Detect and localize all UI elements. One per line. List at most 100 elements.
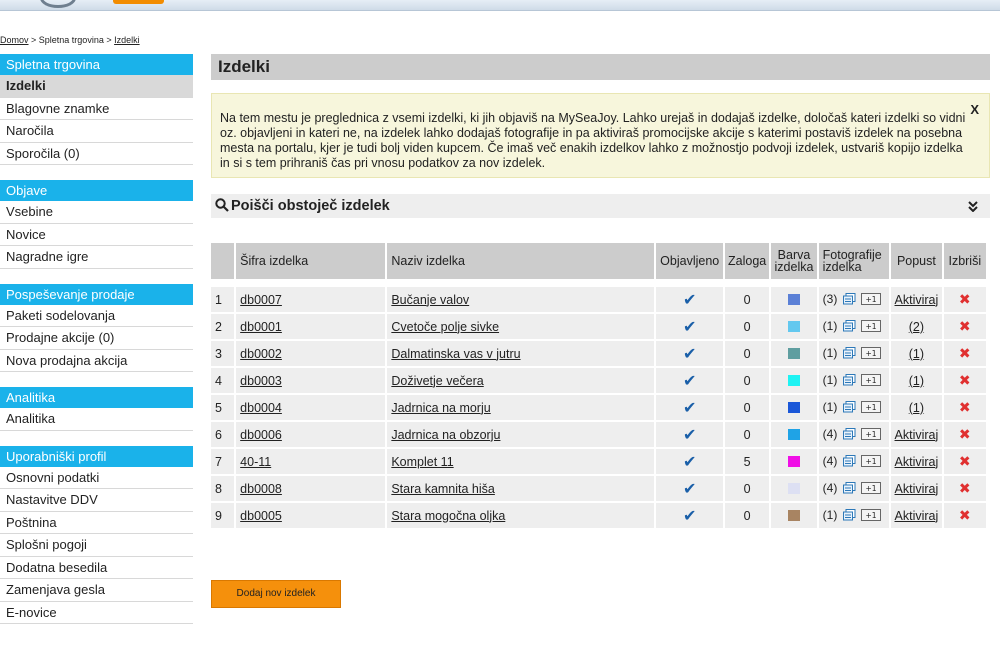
sidebar-group-title: Analitika xyxy=(0,387,193,408)
product-code-link[interactable]: db0008 xyxy=(240,482,282,496)
add-photo-icon[interactable]: +1 xyxy=(861,292,882,308)
delete-icon[interactable]: ✖ xyxy=(959,507,971,523)
sidebar-item[interactable]: Nastavitve DDV xyxy=(0,489,193,512)
add-photo-icon[interactable]: +1 xyxy=(861,346,882,362)
delete-icon[interactable]: ✖ xyxy=(959,372,971,388)
published-check-icon[interactable]: ✔ xyxy=(683,373,696,390)
product-code-link[interactable]: 40-11 xyxy=(240,455,271,469)
discount-link[interactable]: (1) xyxy=(909,374,924,388)
product-code-link[interactable]: db0002 xyxy=(240,347,282,361)
sidebar-item[interactable]: Sporočila (0) xyxy=(0,143,193,165)
published-check-icon[interactable]: ✔ xyxy=(683,454,696,471)
product-name-link[interactable]: Dalmatinska vas v jutru xyxy=(391,347,520,361)
photo-count: (1) xyxy=(822,507,838,522)
discount-link[interactable]: Aktiviraj xyxy=(895,293,939,307)
delete-icon[interactable]: ✖ xyxy=(959,399,971,415)
product-name-link[interactable]: Doživetje večera xyxy=(391,374,483,388)
photo-gallery-icon[interactable] xyxy=(842,481,856,497)
breadcrumb-home[interactable]: Domov xyxy=(0,35,29,45)
delete-icon[interactable]: ✖ xyxy=(959,345,971,361)
published-check-icon[interactable]: ✔ xyxy=(683,427,696,444)
product-code-link[interactable]: db0004 xyxy=(240,401,282,415)
photo-gallery-icon[interactable] xyxy=(842,373,856,389)
discount-link[interactable]: Aktiviraj xyxy=(895,455,939,469)
product-code-link[interactable]: db0003 xyxy=(240,374,282,388)
logo[interactable] xyxy=(40,0,76,8)
info-close-button[interactable]: X xyxy=(970,102,979,117)
sidebar-item[interactable]: Naročila xyxy=(0,120,193,143)
product-code-cell: db0006 xyxy=(236,422,386,449)
product-code-link[interactable]: db0005 xyxy=(240,509,282,523)
sidebar-item[interactable]: Vsebine xyxy=(0,201,193,224)
sidebar-item[interactable]: Nagradne igre xyxy=(0,246,193,269)
product-name-link[interactable]: Cvetoče polje sivke xyxy=(391,320,499,334)
row-index: 4 xyxy=(211,368,235,395)
photo-gallery-icon[interactable] xyxy=(842,292,856,308)
sidebar-item[interactable]: Osnovni podatki xyxy=(0,467,193,489)
breadcrumb-current[interactable]: Izdelki xyxy=(114,35,140,45)
delete-icon[interactable]: ✖ xyxy=(959,291,971,307)
add-photo-icon[interactable]: +1 xyxy=(861,373,882,389)
sidebar-item[interactable]: Novice xyxy=(0,224,193,246)
product-name-link[interactable]: Stara kamnita hiša xyxy=(391,482,495,496)
add-photo-icon[interactable]: +1 xyxy=(861,319,882,335)
discount-link[interactable]: Aktiviraj xyxy=(895,428,939,442)
photo-gallery-icon[interactable] xyxy=(842,508,856,524)
sidebar-item[interactable]: Analitika xyxy=(0,408,193,431)
sidebar-item[interactable]: Nova prodajna akcija xyxy=(0,350,193,372)
photo-gallery-icon[interactable] xyxy=(842,346,856,362)
product-code-link[interactable]: db0007 xyxy=(240,293,282,307)
add-photo-icon[interactable]: +1 xyxy=(861,427,882,443)
published-check-icon[interactable]: ✔ xyxy=(683,319,696,336)
sidebar-item[interactable]: Blagovne znamke xyxy=(0,98,193,120)
product-name-link[interactable]: Bučanje valov xyxy=(391,293,469,307)
discount-link[interactable]: (1) xyxy=(909,347,924,361)
sidebar-item[interactable]: Zamenjava gesla xyxy=(0,579,193,602)
sidebar-item[interactable]: Dodatna besedila xyxy=(0,557,193,579)
published-check-icon[interactable]: ✔ xyxy=(683,346,696,363)
delete-icon[interactable]: ✖ xyxy=(959,480,971,496)
expand-chevron-icon[interactable] xyxy=(968,194,980,218)
search-toggle-bar[interactable]: Poišči obstoječ izdelek xyxy=(211,194,990,218)
product-name-link[interactable]: Stara mogočna oljka xyxy=(391,509,505,523)
row-index: 8 xyxy=(211,476,235,503)
sidebar-item[interactable]: Izdelki xyxy=(0,75,193,98)
discount-link[interactable]: (1) xyxy=(909,401,924,415)
add-product-button[interactable]: Dodaj nov izdelek xyxy=(211,580,341,608)
search-label: Poišči obstoječ izdelek xyxy=(231,198,390,214)
sidebar-item[interactable]: Splošni pogoji xyxy=(0,534,193,557)
sidebar-item[interactable]: Prodajne akcije (0) xyxy=(0,327,193,350)
sidebar-item[interactable]: Paketi sodelovanja xyxy=(0,305,193,327)
published-check-icon[interactable]: ✔ xyxy=(683,508,696,525)
published-check-icon[interactable]: ✔ xyxy=(683,481,696,498)
discount-link[interactable]: Aktiviraj xyxy=(895,509,939,523)
discount-link[interactable]: Aktiviraj xyxy=(895,482,939,496)
discount-link[interactable]: (2) xyxy=(909,320,924,334)
photo-gallery-icon[interactable] xyxy=(842,427,856,443)
svg-text:+1: +1 xyxy=(865,376,876,385)
photo-gallery-icon[interactable] xyxy=(842,400,856,416)
product-name-link[interactable]: Jadrnica na morju xyxy=(391,401,490,415)
product-name-cell: Stara mogočna oljka xyxy=(387,503,655,530)
product-name-link[interactable]: Komplet 11 xyxy=(391,455,453,469)
photo-count: (1) xyxy=(822,399,838,414)
published-check-icon[interactable]: ✔ xyxy=(683,400,696,417)
sidebar-item[interactable]: Poštnina xyxy=(0,512,193,534)
photo-gallery-icon[interactable] xyxy=(842,454,856,470)
delete-icon[interactable]: ✖ xyxy=(959,426,971,442)
add-photo-icon[interactable]: +1 xyxy=(861,400,882,416)
sidebar-item[interactable]: E-novice xyxy=(0,602,193,624)
delete-icon[interactable]: ✖ xyxy=(959,453,971,469)
photo-gallery-icon[interactable] xyxy=(842,319,856,335)
product-code-link[interactable]: db0006 xyxy=(240,428,282,442)
delete-icon[interactable]: ✖ xyxy=(959,318,971,334)
page-title: Izdelki xyxy=(211,54,990,80)
product-name-link[interactable]: Jadrnica na obzorju xyxy=(391,428,500,442)
add-photo-icon[interactable]: +1 xyxy=(861,481,882,497)
add-photo-icon[interactable]: +1 xyxy=(861,454,882,470)
header-orange-button[interactable] xyxy=(113,0,164,4)
published-check-icon[interactable]: ✔ xyxy=(683,292,696,309)
product-code-link[interactable]: db0001 xyxy=(240,320,282,334)
add-photo-icon[interactable]: +1 xyxy=(861,508,882,524)
color-swatch xyxy=(787,401,800,413)
